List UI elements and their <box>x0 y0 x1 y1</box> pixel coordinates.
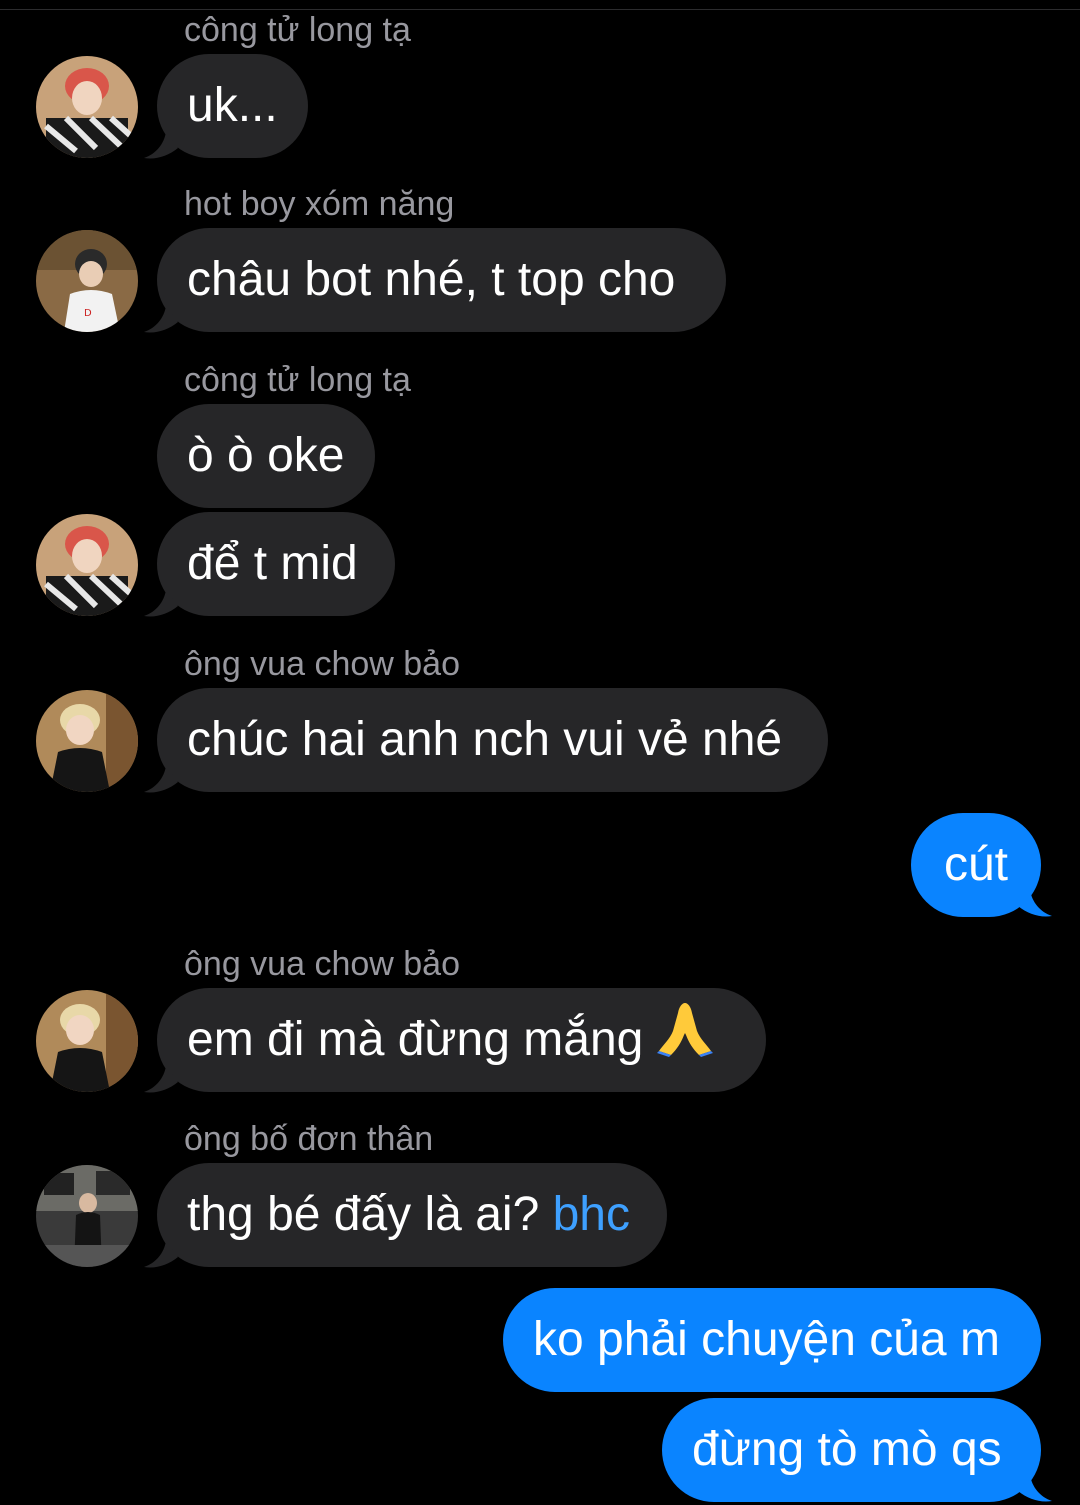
sender-name: ông vua chow bảo <box>184 945 460 983</box>
message-text: châu bot nhé, t top cho <box>187 253 676 306</box>
message-bubble[interactable]: chúc hai anh nch vui vẻ nhé <box>157 688 828 792</box>
message-bubble[interactable]: em đi mà đừng mắng <box>157 988 766 1092</box>
avatar[interactable]: D <box>36 230 138 332</box>
top-divider <box>0 0 1080 10</box>
message-bubble[interactable]: châu bot nhé, t top cho <box>157 228 726 332</box>
message-text: đừng tò mò qs <box>692 1423 1002 1476</box>
message-text: ò ò oke <box>187 429 345 482</box>
avatar[interactable] <box>36 990 138 1092</box>
message-text: uk... <box>187 79 278 132</box>
message-bubble[interactable]: thg bé đấy là ai? bhc <box>157 1163 667 1267</box>
sender-name: hot boy xóm năng <box>184 185 455 223</box>
message-text: chúc hai anh nch vui vẻ nhé <box>187 713 783 766</box>
folded-hands-emoji <box>655 990 715 1094</box>
message-text: cút <box>943 838 1009 891</box>
message-text: ko phải chuyện của m <box>533 1313 1000 1366</box>
bubble-tail <box>1018 1475 1052 1502</box>
bubble-tail <box>144 132 178 159</box>
avatar[interactable] <box>36 690 138 792</box>
bubble-tail <box>144 1066 178 1093</box>
bubble-tail <box>144 590 178 617</box>
svg-text:D: D <box>84 308 92 319</box>
bubble-tail <box>1018 890 1052 917</box>
avatar[interactable] <box>36 56 138 158</box>
bubble-tail <box>144 766 178 793</box>
message-bubble-outgoing[interactable]: đừng tò mò qs <box>662 1398 1041 1502</box>
message-bubble[interactable]: uk... <box>157 54 308 158</box>
sender-name: ông bố đơn thân <box>184 1120 434 1158</box>
message-bubble-outgoing[interactable]: ko phải chuyện của m <box>503 1288 1041 1392</box>
message-text: để t mid <box>187 537 358 590</box>
mention-link[interactable]: bhc <box>553 1188 630 1241</box>
bubble-tail <box>144 1241 178 1268</box>
message-bubble[interactable]: ò ò oke <box>157 404 375 508</box>
message-text: thg bé đấy là ai? <box>187 1188 540 1241</box>
avatar[interactable] <box>36 1165 138 1267</box>
avatar[interactable] <box>36 514 138 616</box>
message-bubble[interactable]: để t mid <box>157 512 395 616</box>
message-text: em đi mà đừng mắng <box>187 1013 644 1066</box>
sender-name: ông vua chow bảo <box>184 645 460 683</box>
bubble-tail <box>144 306 178 333</box>
sender-name: công tử long tạ <box>184 361 411 399</box>
sender-name: công tử long tạ <box>184 11 411 49</box>
